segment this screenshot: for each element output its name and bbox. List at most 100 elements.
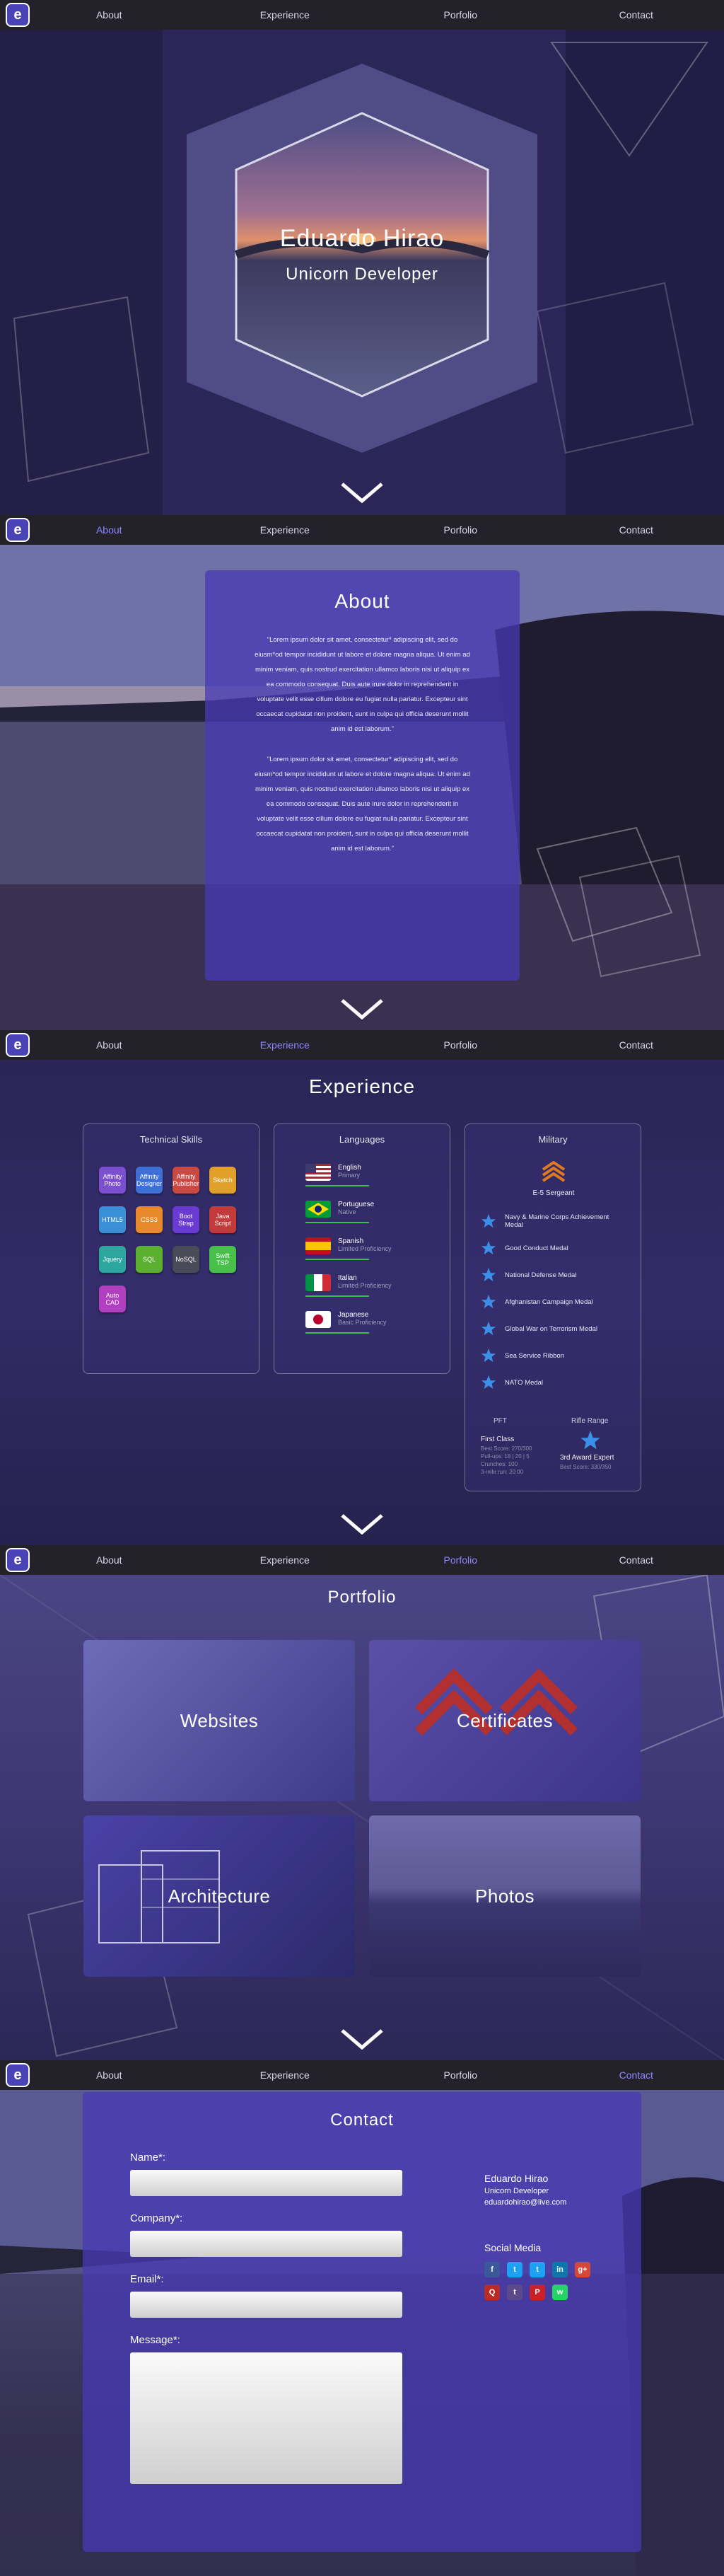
top-nav: e About Experience Porfolio Contact xyxy=(0,0,724,30)
nav-about[interactable]: About xyxy=(31,524,187,536)
nav-contact[interactable]: Contact xyxy=(559,9,714,21)
company-label: Company*: xyxy=(130,2212,183,2224)
nav-about[interactable]: About xyxy=(31,2069,187,2081)
linkedin-icon[interactable]: in xyxy=(552,2262,568,2277)
medal-item: Afghanistan Campaign Medal xyxy=(481,1294,593,1310)
nav-portfolio[interactable]: Porfolio xyxy=(383,2069,538,2081)
medal-name: Good Conduct Medal xyxy=(505,1244,568,1252)
portfolio-nav: e About Experience Porfolio Contact xyxy=(0,1545,724,1575)
facebook-icon[interactable]: f xyxy=(484,2262,500,2277)
nav-contact[interactable]: Contact xyxy=(559,2069,714,2081)
language-level: Limited Proficiency xyxy=(338,1245,392,1252)
pft-label: PFT xyxy=(494,1417,507,1425)
pft-value: First Class xyxy=(481,1436,515,1443)
skill-badge: HTML5 xyxy=(99,1206,126,1233)
portfolio-tile-certificates[interactable]: Certificates xyxy=(369,1640,641,1801)
medal-name: NATO Medal xyxy=(505,1378,544,1387)
company-field[interactable] xyxy=(130,2231,402,2257)
contact-card: Contact Name*: Company*: Email*: Message… xyxy=(83,2092,641,2552)
portfolio-tile-websites[interactable]: Websites xyxy=(83,1640,355,1801)
logo[interactable]: e xyxy=(6,2063,30,2087)
medal-name: National Defense Medal xyxy=(505,1271,577,1279)
military-panel: Military E-5 Sergeant Navy & Marine Corp… xyxy=(465,1124,641,1491)
google-plus-icon[interactable]: g+ xyxy=(575,2262,590,2277)
tumblr-icon[interactable]: t xyxy=(507,2285,522,2300)
contact-info-name: Eduardo Hirao xyxy=(484,2173,549,2184)
languages-panel: Languages English Primary Portuguese Native… xyxy=(274,1124,450,1374)
nav-contact[interactable]: Contact xyxy=(559,1554,714,1566)
language-level: Primary xyxy=(338,1172,360,1179)
portfolio-section: Portfolio Websites Certificates Architec… xyxy=(0,1575,724,2060)
logo[interactable]: e xyxy=(6,3,30,27)
skill-badge: Affinity Publisher xyxy=(173,1167,199,1194)
skills-title: Technical Skills xyxy=(139,1134,203,1145)
jp-flag-icon xyxy=(305,1311,331,1328)
language-name: Spanish xyxy=(338,1237,364,1245)
skills-panel: Technical Skills Affinity Photo Affinity … xyxy=(83,1124,259,1374)
language-item: English Primary xyxy=(305,1164,361,1181)
experience-section: Experience Technical Skills Affinity Pho… xyxy=(0,1060,724,1545)
nav-experience[interactable]: Experience xyxy=(207,1039,363,1051)
portfolio-tile-architecture[interactable]: Architecture xyxy=(83,1815,355,1977)
twitter-alt-icon[interactable]: t xyxy=(530,2262,545,2277)
nav-portfolio[interactable]: Porfolio xyxy=(383,1554,538,1566)
star-icon xyxy=(481,1348,496,1363)
logo[interactable]: e xyxy=(6,1548,30,1572)
language-bar xyxy=(305,1295,369,1297)
pft-detail: 3-mile run: 20:00 xyxy=(481,1469,524,1475)
about-card: About "Lorem ipsum dolor sit amet, conse… xyxy=(205,570,520,981)
portfolio-tile-photos[interactable]: Photos xyxy=(369,1815,641,1977)
language-name: Italian xyxy=(338,1274,357,1282)
medal-name: Navy & Marine Corps Achievement Medal xyxy=(505,1213,609,1229)
language-bar xyxy=(305,1259,369,1260)
nav-experience[interactable]: Experience xyxy=(207,524,363,536)
medal-name: Global War on Terrorism Medal xyxy=(505,1324,597,1333)
us-flag-icon xyxy=(305,1164,331,1181)
message-field[interactable] xyxy=(130,2352,402,2484)
nav-experience[interactable]: Experience xyxy=(207,2069,363,2081)
nav-about[interactable]: About xyxy=(31,1554,187,1566)
star-icon xyxy=(481,1267,496,1282)
about-paragraph: "Lorem ipsum dolor sit amet, consectetur… xyxy=(255,636,470,733)
nav-about[interactable]: About xyxy=(31,9,187,21)
skill-badge: Java Script xyxy=(209,1206,236,1233)
pinterest-icon[interactable]: P xyxy=(530,2285,545,2300)
nav-portfolio[interactable]: Porfolio xyxy=(383,9,538,21)
chevron-down-icon[interactable] xyxy=(339,2028,385,2052)
skill-badge: Boot Strap xyxy=(173,1206,199,1233)
skill-badge: Jquery xyxy=(99,1246,126,1273)
language-level: Limited Proficiency xyxy=(338,1282,392,1289)
name-field[interactable] xyxy=(130,2170,402,2196)
hero-name: Eduardo Hirao xyxy=(279,225,445,252)
social-icons: f t t in g+ Qt Pw xyxy=(484,2262,612,2307)
quora-icon[interactable]: Q xyxy=(484,2285,500,2300)
nav-portfolio[interactable]: Porfolio xyxy=(383,524,538,536)
nav-about[interactable]: About xyxy=(31,1039,187,1051)
nav-experience[interactable]: Experience xyxy=(207,1554,363,1566)
sergeant-chevron-icon xyxy=(542,1161,566,1182)
hero-section: Eduardo Hirao Unicorn Developer xyxy=(0,0,724,515)
contact-info-title: Unicorn Developer xyxy=(484,2187,549,2195)
logo[interactable]: e xyxy=(6,518,30,542)
star-icon xyxy=(481,1321,496,1336)
about-nav: e About Experience Porfolio Contact xyxy=(0,515,724,545)
twitter-icon[interactable]: t xyxy=(507,2262,522,2277)
medal-item: Global War on Terrorism Medal xyxy=(481,1321,597,1336)
email-field[interactable] xyxy=(130,2292,402,2318)
star-icon xyxy=(481,1294,496,1309)
medal-name: Sea Service Ribbon xyxy=(505,1351,564,1360)
logo[interactable]: e xyxy=(6,1033,30,1057)
medal-item: Sea Service Ribbon xyxy=(481,1348,564,1363)
chevron-down-icon[interactable] xyxy=(339,998,385,1022)
about-heading: About xyxy=(334,590,390,612)
social-title: Social Media xyxy=(484,2242,542,2253)
chevron-down-icon[interactable] xyxy=(339,481,385,505)
whatsapp-icon[interactable]: w xyxy=(552,2285,568,2300)
nav-portfolio[interactable]: Porfolio xyxy=(383,1039,538,1051)
nav-contact[interactable]: Contact xyxy=(559,524,714,536)
star-icon xyxy=(481,1240,496,1255)
nav-experience[interactable]: Experience xyxy=(207,9,363,21)
nav-contact[interactable]: Contact xyxy=(559,1039,714,1051)
chevron-down-icon[interactable] xyxy=(339,1513,385,1537)
message-label: Message*: xyxy=(130,2334,180,2346)
